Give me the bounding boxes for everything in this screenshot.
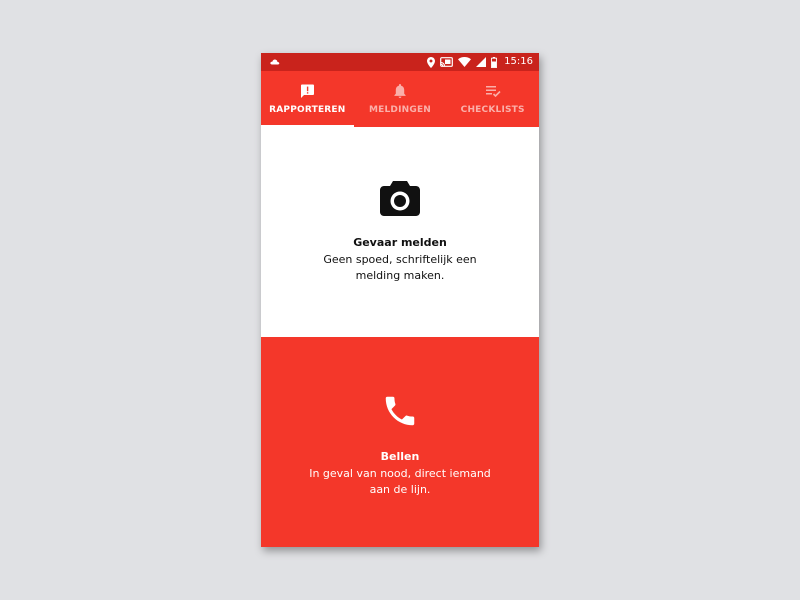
- camera-icon: [380, 181, 420, 216]
- call-description: In geval van nood, direct iemand aan de …: [309, 467, 491, 496]
- tab-label: CHECKLISTS: [460, 105, 525, 115]
- call-title: Bellen: [380, 450, 420, 463]
- status-bar: 15:16: [261, 53, 539, 71]
- phone-screen: 15:16 RAPPORTEREN MELDINGEN CHECKLISTS G…: [261, 53, 539, 547]
- tab-label: RAPPORTEREN: [269, 105, 346, 115]
- tab-bar: RAPPORTEREN MELDINGEN CHECKLISTS: [261, 71, 539, 127]
- report-description: Geen spoed, schriftelijk een melding mak…: [323, 253, 477, 282]
- report-icon: [301, 84, 315, 98]
- tab-checklists[interactable]: CHECKLISTS: [446, 71, 539, 127]
- phone-icon: [385, 396, 415, 426]
- bell-icon: [394, 84, 406, 98]
- wifi-icon: [458, 57, 472, 67]
- report-title: Gevaar melden: [353, 236, 447, 249]
- tab-meldingen[interactable]: MELDINGEN: [354, 71, 447, 127]
- signal-icon: [476, 57, 487, 67]
- tab-label: MELDINGEN: [368, 105, 432, 115]
- tab-rapporteren[interactable]: RAPPORTEREN: [261, 71, 354, 127]
- report-hazard-panel[interactable]: Gevaar melden Geen spoed, schriftelijk e…: [261, 127, 539, 337]
- status-time: 15:16: [504, 56, 533, 67]
- cast-icon: [440, 57, 454, 67]
- battery-icon: [491, 56, 498, 68]
- call-panel[interactable]: Bellen In geval van nood, direct iemand …: [261, 337, 539, 547]
- cloud-icon: [270, 59, 280, 65]
- checklist-icon: [485, 86, 501, 98]
- location-icon: [427, 56, 436, 68]
